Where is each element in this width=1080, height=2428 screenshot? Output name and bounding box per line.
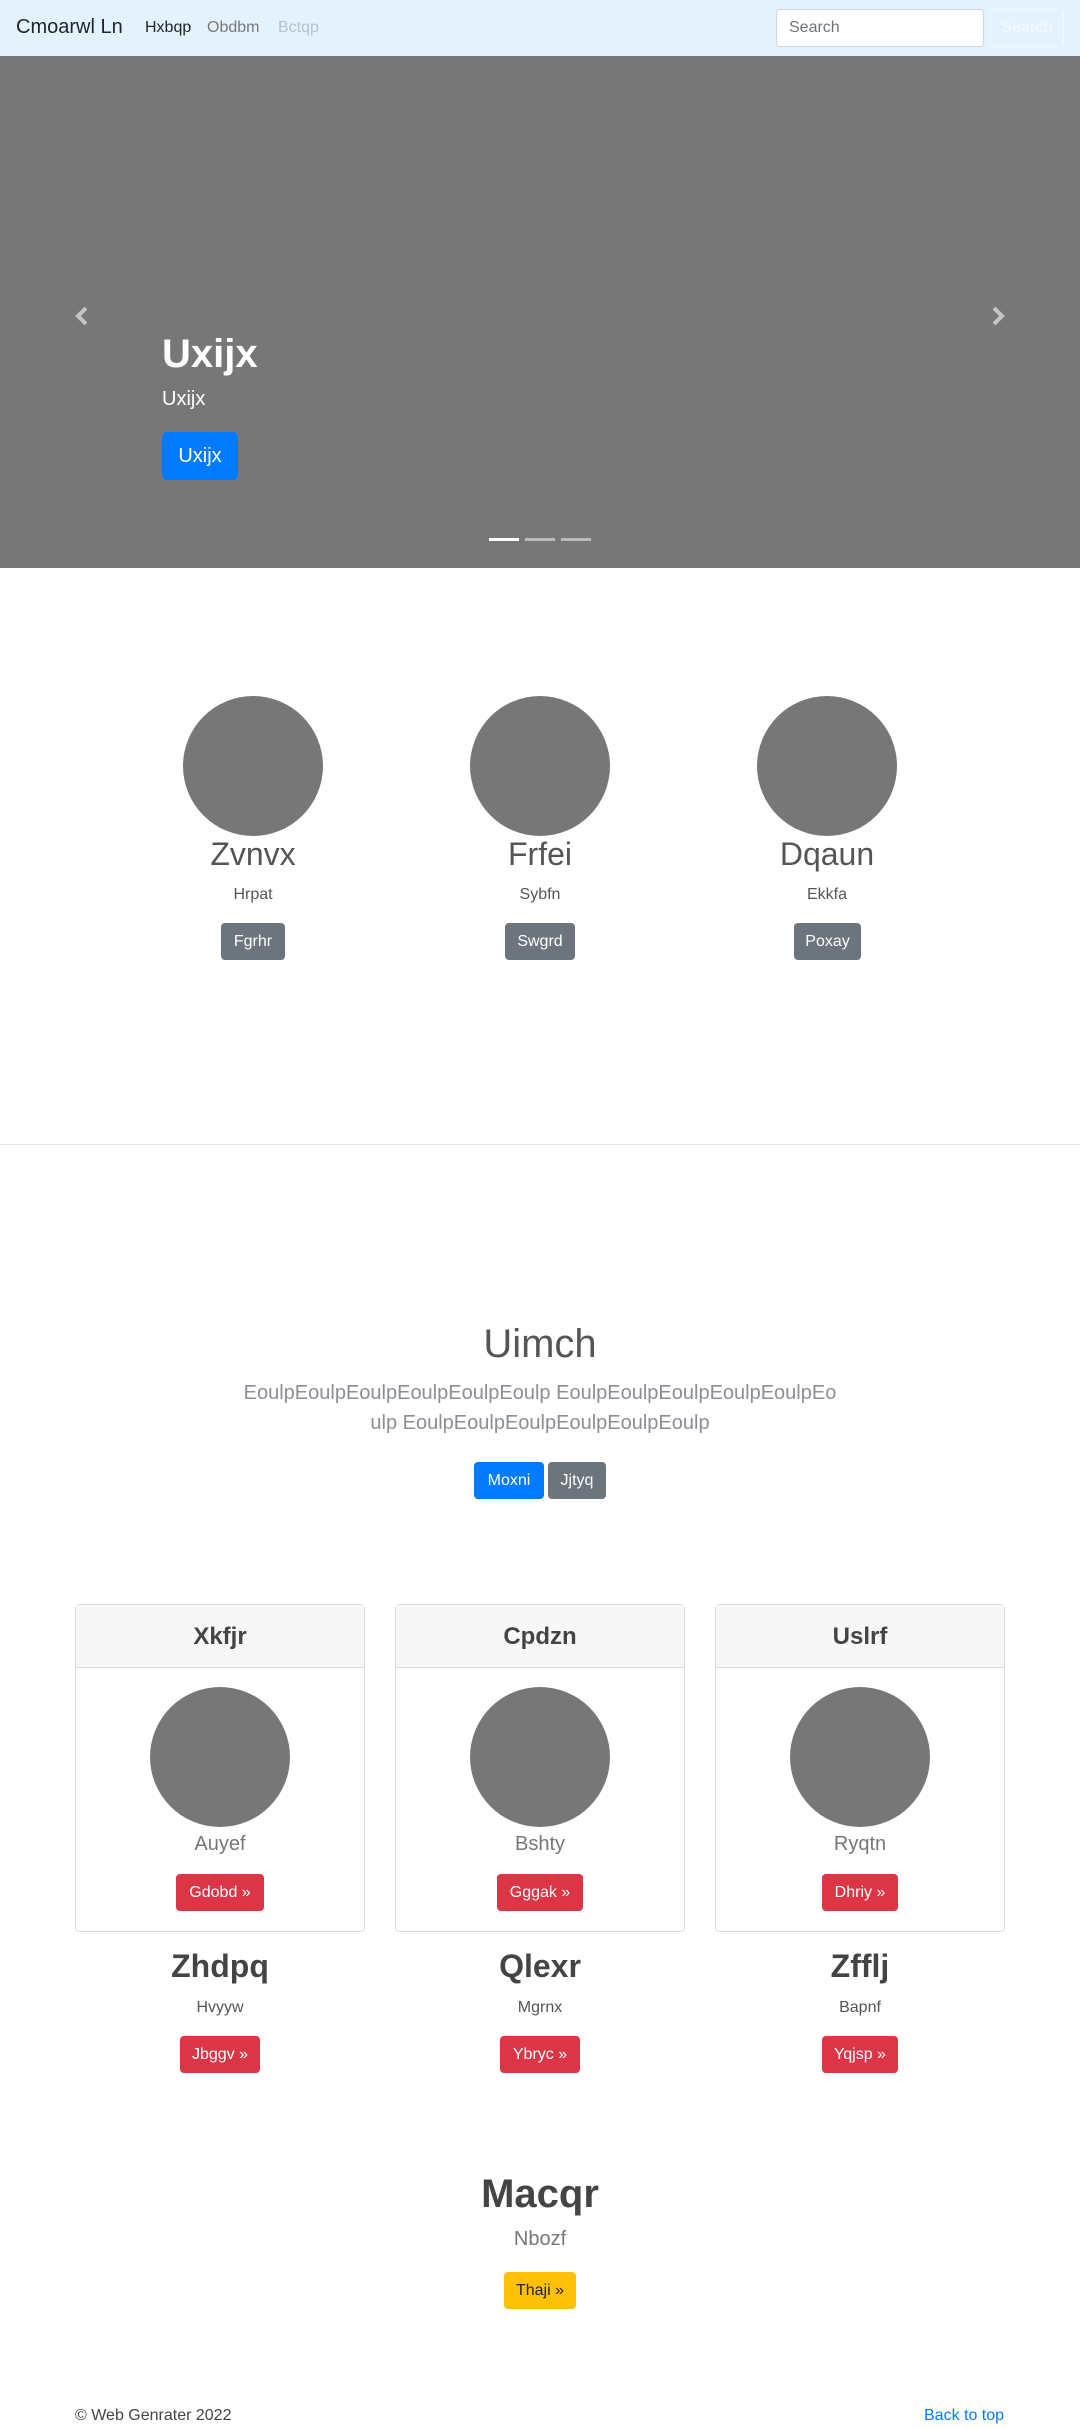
card-button[interactable]: Gdobd » [176, 1874, 264, 1911]
card-image [790, 1687, 930, 1827]
carousel-next-icon[interactable] [988, 296, 1010, 336]
marketing-image-3 [757, 696, 897, 836]
marketing-text: Sybfn [519, 886, 561, 903]
column-text: Bapnf [839, 1999, 881, 2016]
nav-link-1[interactable]: Hxbqp [145, 19, 191, 37]
feature-button[interactable]: Thaji » [504, 2272, 576, 2309]
card-text: Ryqtn [833, 1833, 887, 1855]
jumbotron-lead: EoulpEoulpEoulpEoulpEoulpEoulp EoulpEoul… [243, 1382, 837, 1434]
card-button[interactable]: Dhriy » [822, 1874, 898, 1911]
card-header: Uslrf [716, 1605, 1004, 1668]
column-button[interactable]: Jbggv » [180, 2036, 260, 2073]
marketing-button[interactable]: Poxay [794, 923, 861, 960]
card: Cpdzn Bshty Gggak » [395, 1604, 685, 1932]
footer-copyright: © Web Genrater 2022 [75, 2407, 232, 2424]
column-title: Zfflj [830, 1948, 890, 1984]
marketing-button[interactable]: Fgrhr [221, 923, 285, 960]
nav-link-3-disabled: Bctqp [278, 19, 319, 36]
nav-link-2[interactable]: Obdbm [207, 19, 259, 37]
marketing-title: Frfei [508, 836, 572, 872]
carousel-indicator-2[interactable] [525, 538, 555, 541]
carousel-indicator-1[interactable] [489, 538, 519, 541]
card-text: Auyef [194, 1833, 246, 1855]
navbar: Cmoarwl Ln Hxbqp Obdbm Bctqp Search [0, 0, 1080, 56]
feature-text: Nbozf [513, 2228, 567, 2250]
hero-carousel: Uxijx Uxijx Uxijx [0, 56, 1080, 568]
card-header: Cpdzn [396, 1605, 684, 1668]
marketing-button[interactable]: Swgrd [505, 923, 575, 960]
column-text: Mgrnx [517, 1999, 563, 2016]
jumbotron-secondary-button[interactable]: Jjtyq [548, 1462, 606, 1499]
marketing-title: Zvnvx [210, 836, 296, 872]
column-text: Hvyyw [196, 1999, 244, 2016]
jumbotron-title: Uimch [483, 1322, 597, 1366]
carousel-prev-icon[interactable] [70, 296, 92, 336]
search-input[interactable] [776, 9, 984, 47]
column-title: Qlexr [499, 1948, 581, 1984]
marketing-text: Ekkfa [806, 886, 847, 903]
card-image [150, 1687, 290, 1827]
card: Xkfjr Auyef Gdobd » [75, 1604, 365, 1932]
marketing-image-1 [183, 696, 323, 836]
column-title: Zhdpq [171, 1948, 269, 1984]
marketing-title: Dqaun [779, 836, 875, 872]
carousel-title: Uxijx [162, 332, 258, 376]
carousel-subtitle: Uxijx [162, 388, 206, 410]
section-divider [0, 1144, 1080, 1145]
carousel-indicator-3[interactable] [561, 538, 591, 541]
card-header: Xkfjr [76, 1605, 364, 1668]
carousel-button[interactable]: Uxijx [162, 432, 238, 480]
navbar-brand[interactable]: Cmoarwl Ln [16, 16, 123, 39]
search-button[interactable]: Search [990, 9, 1064, 47]
card-button[interactable]: Gggak » [497, 1874, 583, 1911]
back-to-top-link[interactable]: Back to top [924, 2407, 1004, 2425]
card-image [470, 1687, 610, 1827]
jumbotron-primary-button[interactable]: Moxni [474, 1462, 544, 1499]
card: Uslrf Ryqtn Dhriy » [715, 1604, 1005, 1932]
column-button[interactable]: Yqjsp » [822, 2036, 898, 2073]
card-text: Bshty [514, 1833, 566, 1855]
marketing-text: Hrpat [233, 886, 273, 903]
column-button[interactable]: Ybryc » [500, 2036, 580, 2073]
feature-title: Macqr [481, 2172, 599, 2216]
marketing-image-2 [470, 696, 610, 836]
